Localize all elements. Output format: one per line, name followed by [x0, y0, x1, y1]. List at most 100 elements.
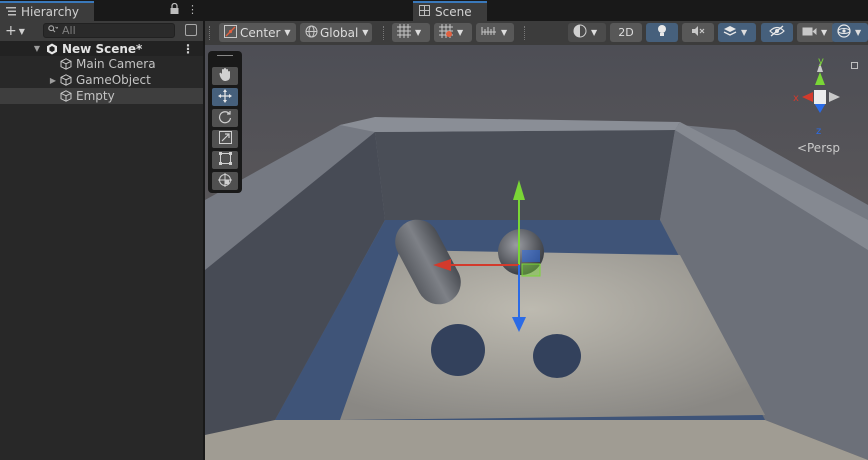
foldout-closed-icon[interactable]: ▶ — [48, 76, 58, 85]
hierarchy-tab-label: Hierarchy — [21, 5, 80, 19]
axis-x-label: x — [793, 93, 799, 104]
gameobject-cube-icon — [60, 58, 72, 70]
speaker-mute-icon — [691, 25, 705, 40]
list-icon — [6, 5, 16, 19]
scale-tool-button[interactable] — [212, 130, 238, 148]
pivot-mode-dropdown[interactable]: Center ▼ — [219, 23, 296, 42]
toolbar-grip-icon — [524, 26, 528, 40]
effects-dropdown[interactable]: ▼ — [718, 23, 756, 42]
lock-icon[interactable] — [170, 2, 179, 17]
unity-logo-icon — [46, 43, 58, 55]
rect-tool-button[interactable] — [212, 151, 238, 169]
chevron-down-icon: ▼ — [501, 28, 508, 37]
plus-icon: + — [5, 23, 17, 39]
list-item[interactable]: Empty — [0, 88, 203, 104]
shading-mode-icon — [573, 24, 587, 41]
move-arrows-icon — [218, 88, 232, 106]
tab-scene[interactable]: Scene — [413, 1, 487, 21]
scene-name: New Scene* — [62, 41, 143, 56]
create-button[interactable]: + ▼ — [0, 23, 35, 39]
scene-row[interactable]: ▼ New Scene* ⋮ — [0, 41, 203, 56]
scene-panel: Scene Center ▼ Global ▼ ▼ ▼ ▼ ▼ 2D ▼ ▼ ▼… — [205, 0, 868, 460]
lighting-toggle[interactable] — [646, 23, 678, 42]
camera-icon — [802, 26, 817, 40]
search-input[interactable] — [62, 24, 162, 37]
chevron-down-icon: ▼ — [741, 28, 748, 37]
audio-toggle[interactable] — [682, 23, 714, 42]
tools-overlay — [208, 51, 242, 193]
chevron-down-icon: ▼ — [284, 28, 291, 37]
pivot-mode-label: Center — [240, 25, 281, 40]
item-label: Empty — [76, 89, 115, 103]
gizmo-sphere-icon — [837, 24, 851, 41]
hierarchy-tree: ▼ New Scene* ⋮ Main Camera ▶ GameObject — [0, 41, 203, 104]
pivot-rotation-label: Global — [320, 25, 359, 40]
hierarchy-tabbar: Hierarchy ⋮ — [0, 0, 203, 21]
chevron-down-icon: ▼ — [591, 28, 598, 37]
toggle-2d-button[interactable]: 2D — [610, 23, 642, 42]
scene-viewport[interactable]: y x z <Persp — [205, 45, 868, 460]
grid-snap-button[interactable]: ▼ — [392, 23, 430, 42]
orientation-lock-icon[interactable] — [851, 62, 858, 69]
panel-menu-icon[interactable]: ⋮ — [187, 3, 198, 17]
camera-settings-dropdown[interactable]: ▼ — [797, 23, 835, 42]
chevron-down-icon: ▼ — [362, 28, 369, 37]
chevron-down-icon: ▼ — [18, 26, 25, 36]
hierarchy-toolbar: + ▼ — [0, 21, 203, 41]
scene-grid-icon — [419, 5, 430, 19]
gizmos-dropdown[interactable]: ▼ — [832, 23, 868, 42]
pivot-rotation-dropdown[interactable]: Global ▼ — [300, 23, 372, 42]
move-tool-button[interactable] — [212, 88, 238, 106]
gameobject-cube-icon — [60, 74, 72, 86]
rect-transform-icon — [218, 152, 232, 168]
snap-settings-button[interactable]: ▼ — [476, 23, 514, 42]
xz-plane-handle[interactable] — [521, 263, 541, 277]
sphere-shadow — [533, 334, 581, 378]
chevron-down-icon: ▼ — [457, 28, 464, 37]
layers-icon — [723, 25, 737, 41]
rotate-tool-button[interactable] — [212, 109, 238, 127]
grid-icon — [397, 24, 411, 41]
scene-tab-label: Scene — [435, 5, 472, 19]
tab-hierarchy[interactable]: Hierarchy — [0, 1, 94, 21]
axis-y-label: y — [818, 56, 824, 67]
projection-toggle[interactable]: <Persp — [797, 141, 840, 155]
chevron-down-icon: ▼ — [821, 28, 828, 37]
lightbulb-icon — [656, 24, 668, 41]
globe-icon — [305, 25, 318, 41]
list-item[interactable]: ▶ GameObject — [0, 72, 203, 88]
back-wall — [375, 130, 675, 220]
increment-snap-button[interactable]: ▼ — [434, 23, 472, 42]
hand-icon — [219, 68, 231, 84]
search-icon — [48, 25, 59, 36]
view-tool-button[interactable] — [212, 67, 238, 85]
search-field[interactable] — [43, 23, 175, 38]
projection-label: Persp — [807, 141, 840, 155]
axis-z-label: z — [816, 126, 821, 137]
item-label: Main Camera — [76, 57, 156, 71]
scene-3d-render: y x z — [205, 45, 868, 460]
list-item[interactable]: Main Camera — [0, 56, 203, 72]
chevron-down-icon: ▼ — [415, 28, 422, 37]
overlay-grip-icon — [217, 55, 233, 57]
toolbar-grip-icon — [209, 26, 213, 40]
toggle-2d-label: 2D — [618, 26, 634, 39]
toolbar-grip-icon — [383, 26, 387, 40]
pivot-icon — [224, 24, 237, 41]
transform-tool-button[interactable] — [212, 172, 238, 190]
scene-visibility-icon[interactable] — [185, 24, 197, 36]
rotate-icon — [218, 110, 232, 127]
draw-mode-dropdown[interactable]: ▼ — [568, 23, 606, 42]
chevron-down-icon: ▼ — [855, 28, 862, 37]
foldout-open-icon[interactable]: ▼ — [32, 44, 42, 53]
gameobject-cube-icon — [60, 90, 72, 102]
xy-plane-handle[interactable] — [522, 250, 540, 262]
scene-visibility-toggle[interactable] — [761, 23, 793, 42]
scene-menu-icon[interactable]: ⋮ — [182, 42, 194, 56]
floor-front — [205, 420, 868, 460]
chevron-left-icon: < — [796, 141, 807, 155]
scale-icon — [218, 131, 232, 147]
hierarchy-panel: Hierarchy ⋮ +▼ ▼ New Scene* ⋮ — [0, 0, 203, 460]
capsule-shadow — [431, 324, 485, 376]
ruler-icon — [481, 25, 497, 40]
